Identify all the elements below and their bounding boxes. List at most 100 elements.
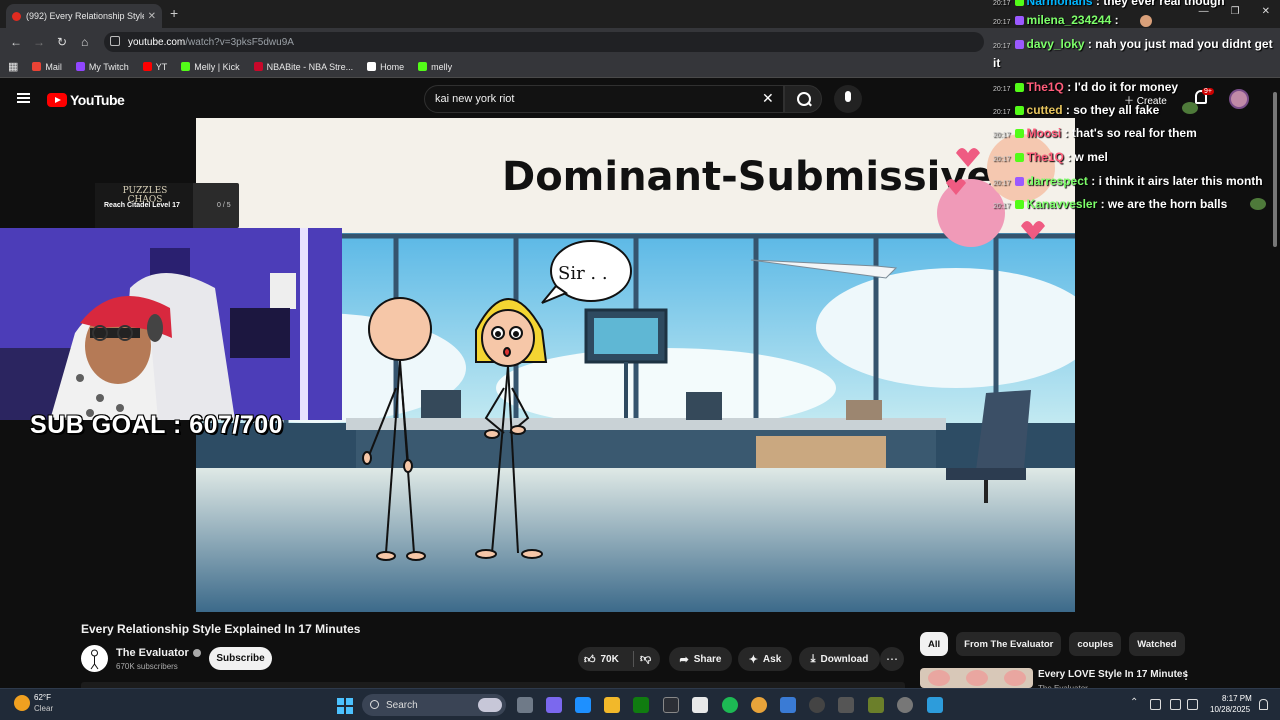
close-tab-icon[interactable]: ✕ [148,11,156,22]
edge-icon[interactable] [575,697,591,713]
like-button[interactable]: 👍︎ 70K [584,647,619,671]
notification-center-icon[interactable] [1259,699,1268,710]
like-dislike-group: 👍︎ 70K 👎︎ [578,647,660,671]
chat-overlay: 20:17 Narmonans : they ever real though 20… [990,0,1280,216]
share-button[interactable]: ➦ Share [669,647,732,671]
chat-message: 20:17 The1Q : I'd do it for money [993,80,1179,94]
task-view-icon[interactable] [517,697,533,713]
microphone-icon[interactable] [1150,699,1161,710]
chat-timestamp: 20:17 [993,43,1011,50]
stream-goal-widget: PUZZLES CHAOS Reach Citadel Level 17 0 /… [95,183,239,228]
back-arrow-icon[interactable]: ← [10,35,22,49]
browser-tab-active[interactable]: (992) Every Relationship Style E ✕ [6,4,162,28]
chip-from-the-evaluator[interactable]: From The Evaluator [956,632,1062,656]
streamer-webcam [0,228,342,420]
chat-username[interactable]: milena_234244 [1027,13,1112,27]
app-f-icon[interactable] [927,697,943,713]
clock-time[interactable]: 8:17 PM [1222,694,1252,703]
subscribe-button[interactable]: Subscribe [209,647,272,670]
recommendation-menu-icon[interactable]: ⋮ [1180,668,1192,682]
bookmark-mail[interactable]: Mail [32,62,62,72]
kick-icon [418,62,428,71]
youtube-icon [142,62,152,71]
media-player-icon[interactable] [809,697,825,713]
network-icon[interactable] [1170,699,1181,710]
store-icon[interactable] [692,697,708,713]
clock-date[interactable]: 10/28/2025 [1210,705,1250,714]
chip-watched[interactable]: Watched [1129,632,1185,656]
site-info-icon[interactable] [110,36,120,46]
ask-button[interactable]: ✦ Ask [738,647,792,671]
file-explorer-icon[interactable] [604,697,620,713]
chip-couples[interactable]: couples [1069,632,1122,656]
youtube-logo[interactable]: YouTube [47,92,125,108]
tab-title: (992) Every Relationship Style E [26,11,144,21]
new-tab-button[interactable]: + [170,5,178,21]
bookmark-yt[interactable]: YT [142,62,167,72]
chat-badge-icon [1014,177,1024,187]
url-host: youtube.com [128,36,186,48]
chat-username[interactable]: The1Q [1027,80,1064,94]
photos-icon[interactable] [780,697,796,713]
page-scrollbar[interactable] [1272,82,1278,252]
scrollbar-thumb[interactable] [1273,92,1277,247]
dislike-button[interactable]: 👎︎ [640,652,651,665]
chat-badge-icon [1014,0,1024,7]
chat-username[interactable]: Narmonans [1027,0,1093,8]
forward-arrow-icon[interactable]: → [33,35,45,49]
webcam-scene [0,228,342,420]
recommendation-title[interactable]: Every LOVE Style In 17 Minutes [1038,669,1188,680]
bookmark-home[interactable]: Home [367,62,404,72]
tray-expand-icon[interactable]: ⌃ [1130,697,1138,708]
start-button[interactable] [337,698,353,714]
channel-logo-icon [90,649,99,670]
url-input[interactable]: youtube.com/watch?v=3pksF5dwu9A [104,32,984,52]
voice-search-button[interactable] [834,85,862,113]
clear-search-icon[interactable]: ✕ [762,90,774,107]
chrome-icon[interactable] [751,697,767,713]
steam-icon[interactable] [663,697,679,713]
url-path: /watch?v=3pksF5dwu9A [185,36,294,48]
chat-text: I'd do it for money [1074,80,1179,94]
app-icon[interactable] [868,697,884,713]
chip-all[interactable]: All [920,632,949,656]
more-actions-button[interactable]: ⋯ [880,647,904,671]
obs-icon[interactable] [838,697,854,713]
chat-username[interactable]: The1Q [1027,150,1064,164]
copilot-icon[interactable] [546,697,562,713]
xbox-icon[interactable] [633,697,649,713]
search-button[interactable] [784,85,822,113]
channel-name[interactable]: The Evaluator [116,647,201,659]
bookmark-nbabite[interactable]: NBABite - NBA Stre... [253,62,353,72]
sub-goal-overlay: SUB GOAL : 607/700 [30,411,284,439]
chat-badge-icon [1014,16,1024,26]
volume-icon[interactable] [1187,699,1198,710]
weather-temp: 62°F [34,693,51,702]
chat-timestamp: 20:17 [993,203,1011,210]
chat-username[interactable]: cutted [1027,103,1063,117]
home-icon[interactable]: ⌂ [81,35,88,49]
chat-username[interactable]: darrespect [1027,174,1088,188]
settings-gear-icon[interactable] [897,697,913,713]
chat-text: we are the horn balls [1107,197,1228,211]
chat-username[interactable]: davy_loky [1027,37,1085,51]
bookmark-my-twitch[interactable]: My Twitch [75,62,129,72]
chat-badge-icon [1014,153,1024,163]
menu-icon[interactable] [17,93,30,103]
video-title: Every Relationship Style Explained In 17… [81,622,361,636]
channel-avatar[interactable] [81,645,108,672]
bookmark-melly[interactable]: melly [418,62,452,72]
bookmark-melly-kick[interactable]: Melly | Kick [181,62,240,72]
chat-username[interactable]: Kanavvesler [1027,197,1098,211]
reload-icon[interactable]: ↻ [57,35,67,49]
spotify-icon[interactable] [722,697,738,713]
chat-message: 20:17 The1Q : w mel [993,150,1108,164]
weather-icon[interactable] [14,695,30,711]
chat-timestamp: 20:17 [993,86,1011,93]
download-button[interactable]: ⤓ Download [799,647,880,671]
apps-grid-icon[interactable]: ▦ [8,60,18,73]
chat-username[interactable]: Moosi [1027,126,1062,140]
recommendation-thumbnail[interactable] [920,668,1033,688]
search-input[interactable]: kai new york riot [424,85,784,113]
chat-timestamp: 20:17 [993,19,1011,26]
